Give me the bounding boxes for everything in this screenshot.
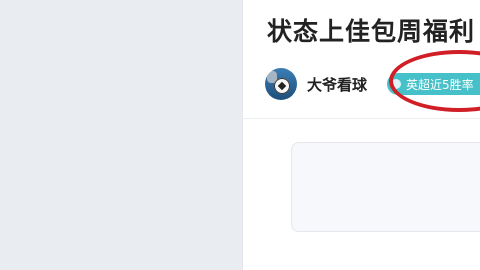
win-rate-badge[interactable]: 英超近5胜率 <box>387 73 480 95</box>
author-name[interactable]: 大爷看球 <box>307 74 367 95</box>
content-card <box>291 142 480 232</box>
article-title: 状态上佳包周福利 <box>267 17 476 46</box>
badge-dot-icon <box>391 79 402 89</box>
win-rate-badge-label: 英超近5胜率 <box>406 77 474 92</box>
article-panel: 状态上佳包周福利 大爷看球 英超近5胜率 <box>242 0 480 270</box>
left-blank-panel <box>0 0 242 270</box>
header-divider <box>243 118 480 119</box>
app-window: 状态上佳包周福利 大爷看球 英超近5胜率 <box>0 0 480 270</box>
author-avatar[interactable] <box>265 68 297 100</box>
author-row: 大爷看球 英超近5胜率 <box>265 66 480 102</box>
soccer-ball-icon <box>274 78 290 94</box>
